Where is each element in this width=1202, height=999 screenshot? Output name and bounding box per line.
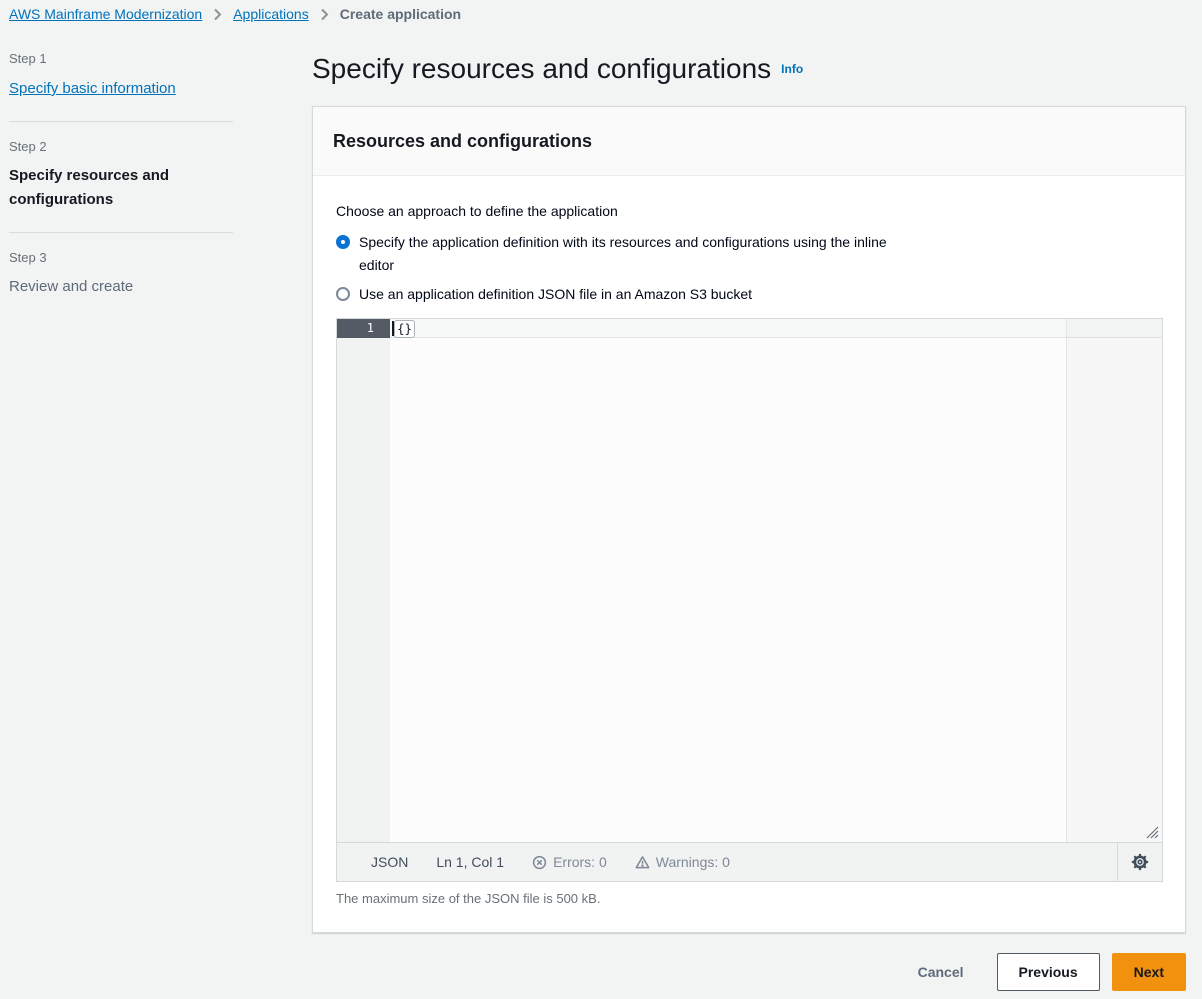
resources-configurations-panel: Resources and configurations Choose an a… (312, 106, 1186, 933)
status-bar-items: JSON Ln 1, Col 1 Errors: 0 (337, 843, 1117, 881)
page-title: Specify resources and configurationsInfo (312, 52, 1186, 86)
breadcrumb-link-service[interactable]: AWS Mainframe Modernization (9, 6, 202, 22)
editor-line-number-gutter: 1 (337, 319, 390, 842)
resize-handle-icon[interactable] (1146, 826, 1159, 839)
editor-settings-cell (1117, 843, 1162, 881)
cursor-position-indicator: Ln 1, Col 1 (436, 854, 504, 870)
radio-option-label: Use an application definition JSON file … (359, 283, 752, 306)
panel-title: Resources and configurations (333, 128, 1165, 154)
language-indicator: JSON (371, 854, 408, 870)
code-line-1: {} (390, 319, 1162, 338)
breadcrumb: AWS Mainframe Modernization Applications… (9, 6, 461, 22)
active-line-number: 1 (337, 319, 390, 338)
wizard-step-1: Step 1 Specify basic information (9, 51, 233, 101)
wizard-step-3: Step 3 Review and create (9, 250, 233, 299)
info-link[interactable]: Info (781, 62, 803, 76)
step-number-label: Step 2 (9, 139, 233, 154)
json-code-editor: 1 {} JSON (336, 318, 1163, 882)
previous-button[interactable]: Previous (997, 953, 1100, 991)
warning-triangle-icon (635, 855, 650, 870)
step-number-label: Step 1 (9, 51, 233, 66)
chevron-right-icon (320, 8, 329, 21)
radio-option-inline-editor[interactable]: Specify the application definition with … (336, 231, 1163, 277)
breadcrumb-link-applications[interactable]: Applications (233, 6, 309, 22)
constraint-text: The maximum size of the JSON file is 500… (336, 891, 1163, 906)
code-editor-area[interactable]: 1 {} (337, 319, 1162, 842)
editor-code-content[interactable]: {} (390, 319, 1162, 842)
print-margin-shade (1067, 319, 1162, 842)
sidebar-item-step1-link[interactable]: Specify basic information (9, 80, 176, 97)
divider (9, 121, 233, 122)
warnings-indicator: Warnings: 0 (635, 854, 730, 870)
radio-option-s3-json[interactable]: Use an application definition JSON file … (336, 283, 1163, 306)
sidebar-item-step3: Review and create (9, 275, 233, 299)
error-circle-icon (532, 855, 547, 870)
main-content: Specify resources and configurationsInfo… (312, 40, 1186, 991)
wizard-actions: Cancel Previous Next (312, 953, 1186, 991)
next-button[interactable]: Next (1112, 953, 1186, 991)
panel-body: Choose an approach to define the applica… (313, 176, 1185, 932)
chevron-right-icon (213, 8, 222, 21)
approach-field-label: Choose an approach to define the applica… (336, 202, 1163, 220)
bracket-pair-highlight: {} (394, 320, 415, 338)
radio-selected-icon[interactable] (336, 235, 350, 249)
cancel-button[interactable]: Cancel (906, 954, 976, 990)
wizard-step-2: Step 2 Specify resources and configurati… (9, 139, 233, 212)
gear-icon[interactable] (1127, 849, 1153, 875)
sidebar-item-step2-current: Specify resources and configurations (9, 164, 233, 212)
panel-header: Resources and configurations (313, 107, 1185, 176)
breadcrumb-current: Create application (340, 6, 461, 22)
radio-unselected-icon[interactable] (336, 287, 350, 301)
errors-indicator: Errors: 0 (532, 854, 607, 870)
step-number-label: Step 3 (9, 250, 233, 265)
divider (9, 232, 233, 233)
editor-status-bar: JSON Ln 1, Col 1 Errors: 0 (337, 842, 1162, 881)
wizard-steps-nav: Step 1 Specify basic information Step 2 … (9, 51, 233, 299)
radio-option-label: Specify the application definition with … (359, 231, 924, 277)
